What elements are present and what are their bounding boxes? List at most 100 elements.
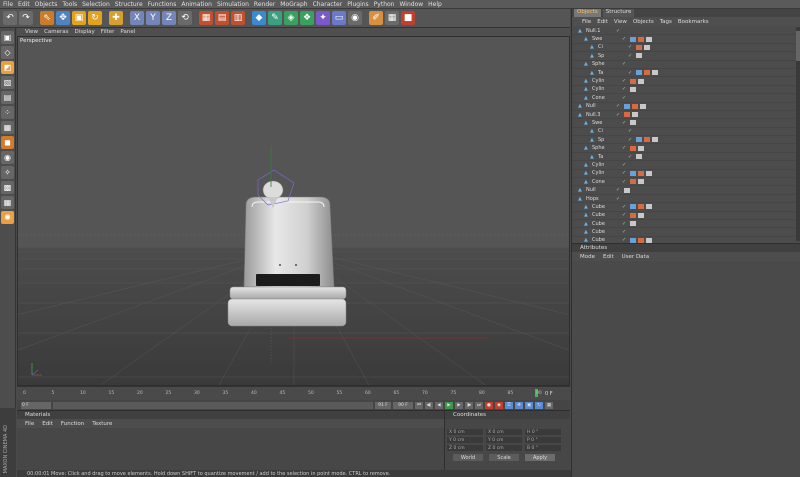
object-tag-icon[interactable] bbox=[630, 120, 636, 126]
object-tag-icon[interactable] bbox=[638, 212, 644, 218]
attributes-menu-item[interactable]: User Data bbox=[622, 254, 649, 260]
record-icon[interactable]: ● bbox=[485, 401, 493, 409]
visibility-flag[interactable]: ✓ bbox=[622, 95, 630, 101]
object-tag-icon[interactable] bbox=[624, 103, 630, 109]
menu-item[interactable]: Functions bbox=[148, 1, 177, 8]
workplane-icon[interactable]: ▤ bbox=[1, 91, 14, 104]
object-tag-icon[interactable] bbox=[636, 53, 642, 59]
next-frame-icon[interactable]: ▶ bbox=[455, 401, 463, 409]
sculpt-icon[interactable]: ✺ bbox=[1, 211, 14, 224]
autokey-icon[interactable]: ◉ bbox=[495, 401, 503, 409]
visibility-flag[interactable]: ✓ bbox=[622, 36, 630, 42]
size-mode-dropdown[interactable]: Scale bbox=[489, 454, 519, 461]
object-tag-icon[interactable] bbox=[630, 36, 636, 42]
object-tag-icon[interactable] bbox=[624, 112, 630, 118]
visibility-flag[interactable]: ✓ bbox=[628, 70, 636, 76]
object-manager-menu-item[interactable]: Edit bbox=[597, 19, 608, 25]
object-tag-icon[interactable] bbox=[632, 112, 638, 118]
coordinate-field[interactable]: H 0 ° bbox=[525, 429, 561, 435]
object-row[interactable]: ▲ Ta ✓ bbox=[572, 153, 797, 162]
menu-item[interactable]: Tools bbox=[62, 1, 77, 8]
visibility-flag[interactable]: ✓ bbox=[622, 162, 630, 168]
object-row[interactable]: ▲ Null.1 ✓ bbox=[572, 27, 797, 36]
camera-icon[interactable]: ◉ bbox=[348, 11, 362, 25]
go-to-end-icon[interactable]: ⏭ bbox=[475, 401, 483, 409]
visibility-flag[interactable]: ✓ bbox=[616, 187, 624, 193]
object-tag-icon[interactable] bbox=[636, 154, 642, 160]
viewport-menu-item[interactable]: Display bbox=[75, 29, 95, 35]
perspective-viewport[interactable]: Perspective bbox=[17, 36, 570, 386]
range-slider[interactable] bbox=[53, 401, 373, 409]
live-select-icon[interactable]: ⇖ bbox=[40, 11, 54, 25]
menu-item[interactable]: Animation bbox=[181, 1, 212, 8]
object-row[interactable]: ▲ Null ✓ bbox=[572, 103, 797, 111]
object-row[interactable]: ▲ Null ✓ bbox=[572, 186, 797, 195]
object-tag-icon[interactable] bbox=[644, 137, 650, 143]
object-tag-icon[interactable] bbox=[630, 179, 636, 185]
visibility-flag[interactable]: ✓ bbox=[622, 170, 630, 176]
object-row[interactable]: ▲ Cylin ✓ bbox=[572, 161, 797, 170]
grid-icon[interactable]: ▦ bbox=[1, 196, 14, 209]
object-row[interactable]: ▲ Cone ✓ bbox=[572, 178, 797, 187]
visibility-flag[interactable]: ✓ bbox=[622, 229, 630, 235]
viewport-menu-item[interactable]: Cameras bbox=[44, 29, 68, 35]
visibility-flag[interactable]: ✓ bbox=[616, 103, 624, 109]
visibility-flag[interactable]: ✓ bbox=[622, 221, 630, 227]
menu-item[interactable]: Objects bbox=[35, 1, 58, 8]
edges-mode-icon[interactable]: ▦ bbox=[1, 121, 14, 134]
recent-tool-icon[interactable]: ✚ bbox=[109, 11, 123, 25]
menu-item[interactable]: Simulation bbox=[217, 1, 249, 8]
object-row[interactable]: ▲ Null.3 ✓ bbox=[572, 111, 797, 120]
object-row[interactable]: ▲ Sp ✓ bbox=[572, 52, 797, 61]
visibility-flag[interactable]: ✓ bbox=[628, 128, 636, 134]
object-row[interactable]: ▲ Cylin ✓ bbox=[572, 86, 797, 95]
menu-item[interactable]: Python bbox=[374, 1, 395, 8]
viewport-menu-item[interactable]: Panel bbox=[120, 29, 135, 35]
visibility-flag[interactable]: ✓ bbox=[622, 212, 630, 218]
visibility-flag[interactable]: ✓ bbox=[622, 204, 630, 210]
scale-icon[interactable]: ▣ bbox=[72, 11, 86, 25]
object-row[interactable]: ▲ Cube ✓ bbox=[572, 220, 797, 229]
object-manager-menu-item[interactable]: Tags bbox=[660, 19, 672, 25]
coordinate-field[interactable]: Y 0 cm bbox=[486, 437, 522, 443]
object-row[interactable]: ▲ Cylin ✓ bbox=[572, 170, 797, 179]
move-icon[interactable]: ✥ bbox=[56, 11, 70, 25]
coordinate-mode-dropdown[interactable]: World bbox=[453, 454, 483, 461]
array-icon[interactable]: ❖ bbox=[300, 11, 314, 25]
attributes-menu-item[interactable]: Mode bbox=[580, 254, 595, 260]
redo-icon[interactable]: ↷ bbox=[19, 11, 33, 25]
play-icon[interactable]: ▶ bbox=[445, 401, 453, 409]
coordinate-field[interactable]: B 0 ° bbox=[525, 445, 561, 451]
object-list-scrollbar[interactable] bbox=[796, 27, 800, 241]
visibility-flag[interactable]: ✓ bbox=[616, 28, 624, 34]
menu-item[interactable]: Character bbox=[313, 1, 343, 8]
end-frame-field[interactable]: 90 F bbox=[393, 401, 413, 409]
object-tag-icon[interactable] bbox=[630, 145, 636, 151]
visibility-flag[interactable]: ✓ bbox=[622, 61, 630, 67]
object-tag-icon[interactable] bbox=[630, 86, 636, 92]
manager-tab[interactable]: Structure bbox=[602, 9, 635, 17]
object-tag-icon[interactable] bbox=[638, 36, 644, 42]
object-tag-icon[interactable] bbox=[638, 78, 644, 84]
points-mode-icon[interactable]: ⁘ bbox=[1, 106, 14, 119]
uv-mode-icon[interactable]: ◉ bbox=[1, 151, 14, 164]
viewport-menu-item[interactable]: View bbox=[25, 29, 38, 35]
object-manager-menu-item[interactable]: View bbox=[614, 19, 627, 25]
coordinate-field[interactable]: Z 0 cm bbox=[447, 445, 483, 451]
materials-menu-item[interactable]: Texture bbox=[92, 421, 112, 427]
layout-icon[interactable]: ▦ bbox=[385, 11, 399, 25]
object-tag-icon[interactable] bbox=[632, 103, 638, 109]
object-row[interactable]: ▲ Ci ✓ bbox=[572, 128, 797, 137]
visibility-flag[interactable]: ✓ bbox=[622, 179, 630, 185]
keyframe-selection-icon[interactable]: ⚿ bbox=[505, 401, 513, 409]
object-tag-icon[interactable] bbox=[652, 70, 658, 76]
object-tag-icon[interactable] bbox=[638, 145, 644, 151]
texture-mode-icon[interactable]: ▧ bbox=[1, 76, 14, 89]
object-row[interactable]: ▲ Cylin ✓ bbox=[572, 77, 797, 86]
object-tag-icon[interactable] bbox=[638, 204, 644, 210]
coordinate-field[interactable]: X 0 cm bbox=[447, 429, 483, 435]
visibility-flag[interactable]: ✓ bbox=[628, 137, 636, 143]
object-row[interactable]: ▲ Cube ✓ bbox=[572, 203, 797, 212]
deformer-icon[interactable]: ✦ bbox=[316, 11, 330, 25]
visibility-flag[interactable]: ✓ bbox=[628, 53, 636, 59]
